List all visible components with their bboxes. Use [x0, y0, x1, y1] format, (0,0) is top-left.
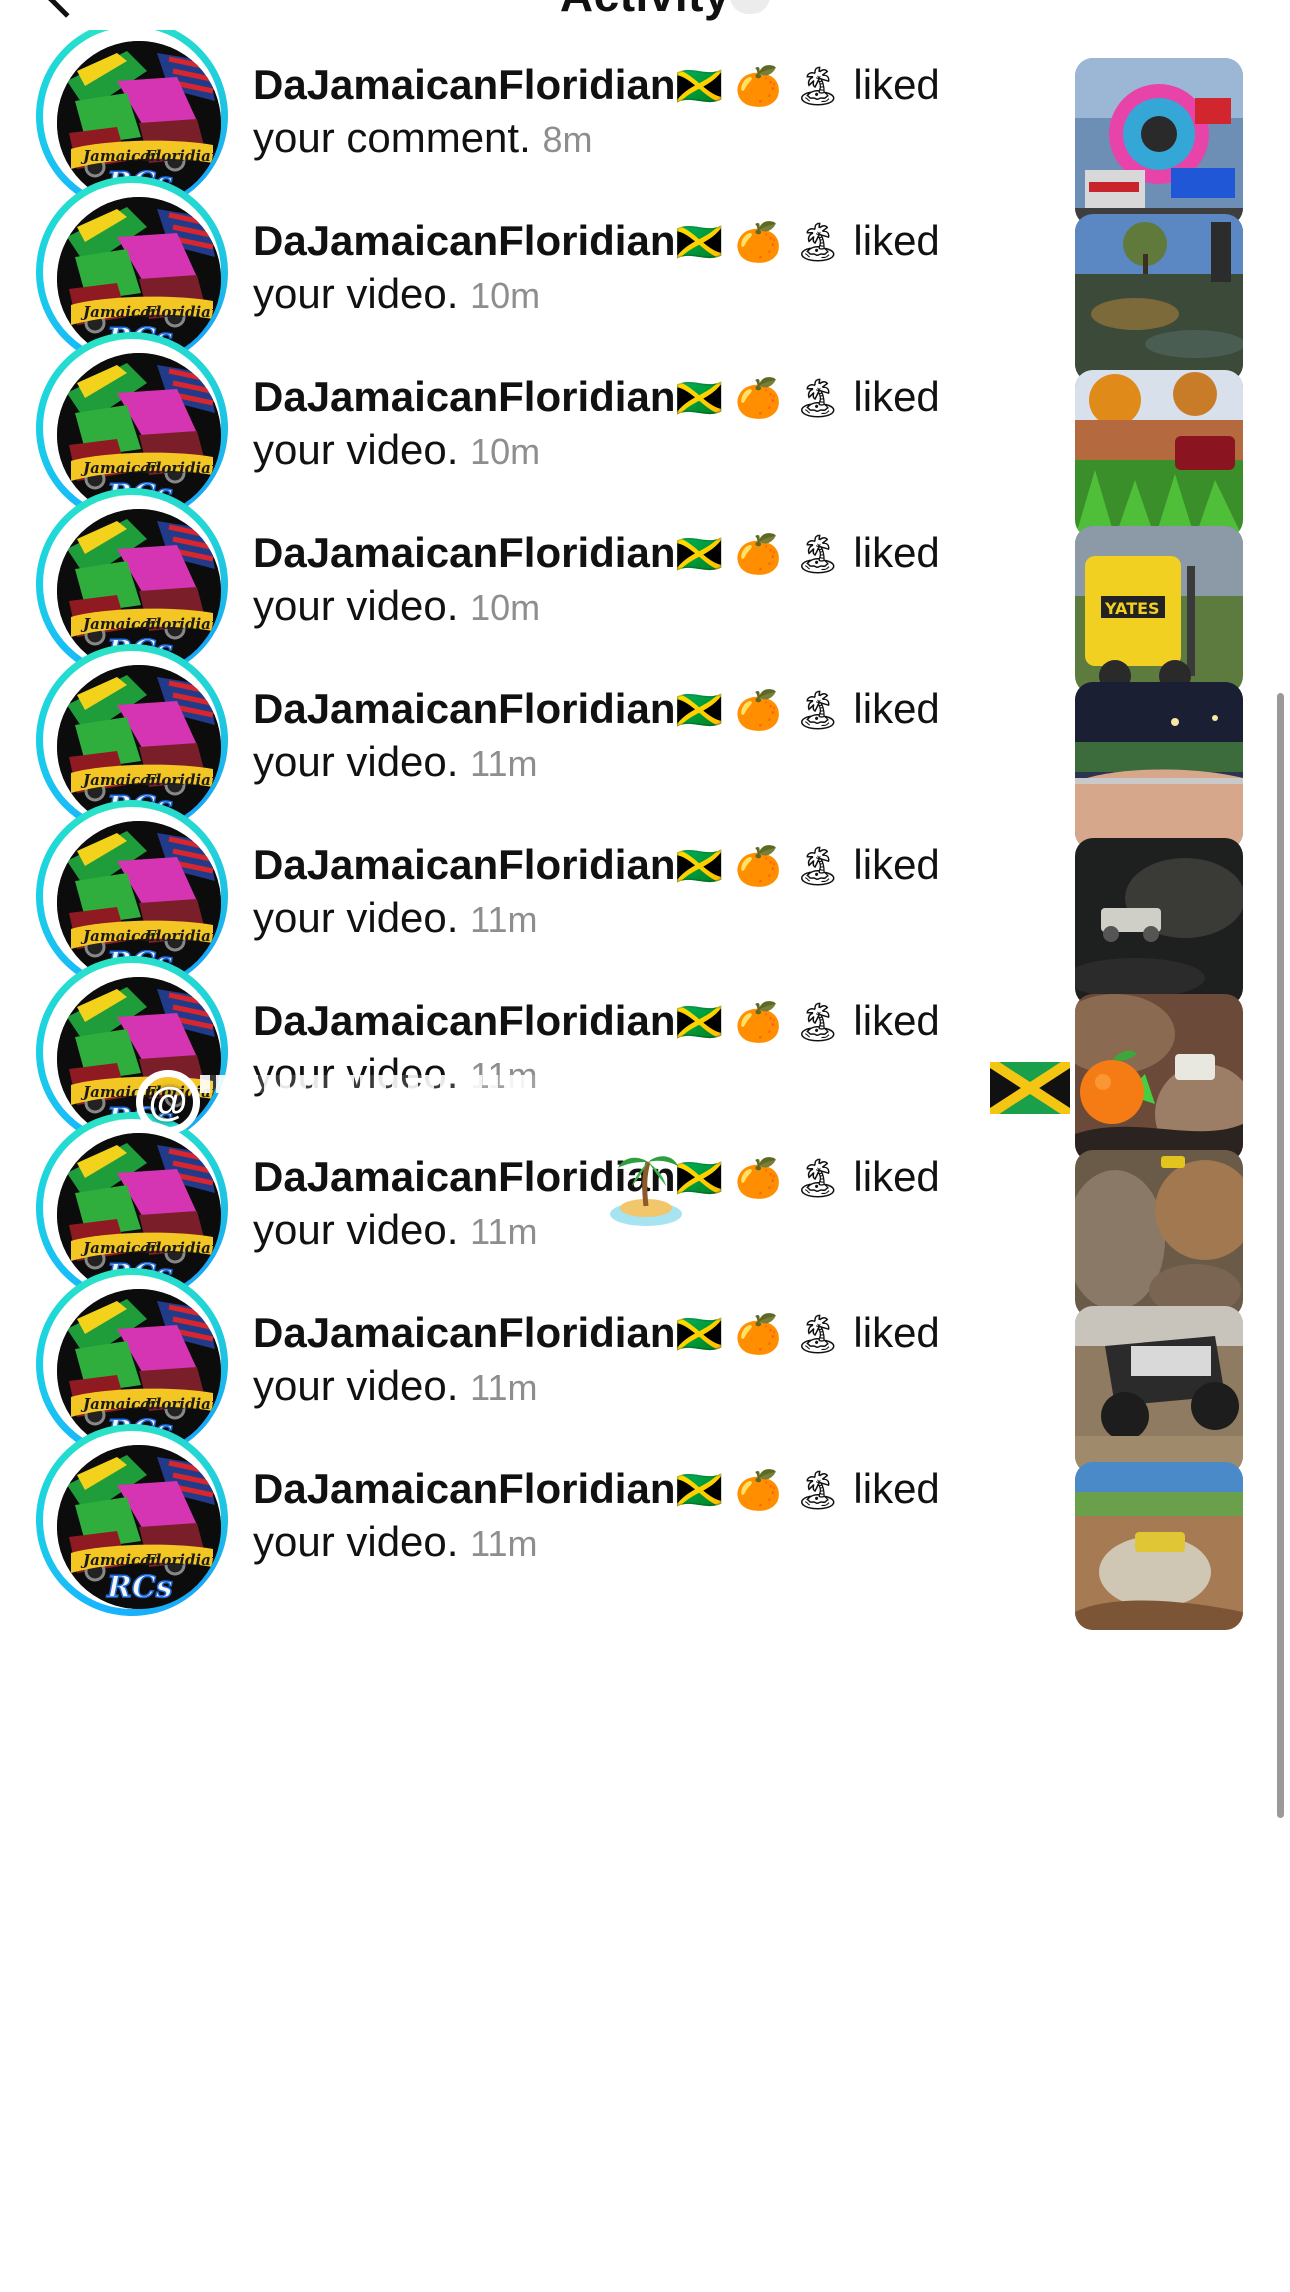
object-text: your video. [253, 738, 459, 785]
scrollbar[interactable] [1277, 693, 1284, 1818]
orange-icon: 🍊 [734, 532, 782, 576]
timestamp: 10m [470, 275, 541, 316]
timestamp: 8m [542, 119, 593, 160]
notification-text[interactable]: DaJamaicanFloridian🇯🇲 🍊 🏝 liked your vid… [253, 1307, 993, 1414]
orange-icon: 🍊 [734, 220, 782, 264]
notification-text[interactable]: DaJamaicanFloridian🇯🇲 🍊 🏝 liked your com… [253, 59, 993, 166]
orange-icon: 🍊 [734, 376, 782, 420]
timestamp: 11m [470, 1367, 538, 1408]
svg-text:RCs: RCs [106, 1570, 173, 1605]
svg-text:Floridian: Floridian [144, 1551, 221, 1569]
notification-text[interactable]: DaJamaicanFloridian🇯🇲 🍊 🏝 liked your vid… [253, 1463, 993, 1570]
username[interactable]: DaJamaicanFloridian [253, 373, 675, 420]
action-text: liked [853, 685, 940, 732]
jamaica-flag-icon: 🇯🇲 [675, 844, 723, 888]
story-ring[interactable]: Jamaican Floridian RCs [36, 1424, 228, 1616]
action-text: liked [853, 997, 940, 1044]
action-text: liked [853, 1465, 940, 1512]
notification-text[interactable]: DaJamaicanFloridian🇯🇲 🍊 🏝 liked your vid… [253, 683, 993, 790]
action-text: liked [853, 61, 940, 108]
object-text: your video. [253, 1206, 459, 1253]
jamaica-flag-icon: 🇯🇲 [675, 1468, 723, 1512]
timestamp: 11m [470, 743, 538, 784]
island-icon: 🏝 [793, 844, 842, 888]
notification-row[interactable]: Jamaican Floridian RCs DaJamaicanFloridi… [0, 1408, 1290, 1636]
island-icon: 🏝 [793, 688, 842, 732]
orange-icon: 🍊 [734, 844, 782, 888]
jamaica-flag-icon: 🇯🇲 [675, 1312, 723, 1356]
username[interactable]: DaJamaicanFloridian [253, 1309, 675, 1356]
island-icon [608, 1148, 684, 1228]
username[interactable]: DaJamaicanFloridian [253, 217, 675, 264]
jamaica-flag-icon: 🇯🇲 [675, 376, 723, 420]
username[interactable]: DaJamaicanFloridian [253, 685, 675, 732]
island-icon: 🏝 [793, 376, 842, 420]
orange-icon: 🍊 [734, 1156, 782, 1200]
orange-icon: 🍊 [734, 1312, 782, 1356]
action-text: liked [853, 1309, 940, 1356]
timestamp: 11m [470, 1211, 538, 1252]
username[interactable]: DaJamaicanFloridian [253, 529, 675, 576]
timestamp: 11m [470, 1523, 538, 1564]
orange-icon: 🍊 [734, 64, 782, 108]
username[interactable]: DaJamaicanFloridian [253, 997, 675, 1044]
island-icon: 🏝 [793, 1468, 842, 1512]
notification-text[interactable]: DaJamaicanFloridian🇯🇲 🍊 🏝 liked your vid… [253, 371, 993, 478]
object-text: your video. [253, 1518, 459, 1565]
header: Activity [0, 0, 1290, 30]
jamaica-flag-icon [987, 1057, 1073, 1119]
timestamp: 10m [470, 431, 541, 472]
username[interactable]: DaJamaicanFloridian [253, 61, 675, 108]
object-text: your video. [253, 894, 459, 941]
username[interactable]: DaJamaicanFloridian [253, 841, 675, 888]
action-text: liked [853, 373, 940, 420]
timestamp: 11m [470, 899, 538, 940]
notification-text[interactable]: DaJamaicanFloridian🇯🇲 🍊 🏝 liked your vid… [253, 839, 993, 946]
island-icon: 🏝 [793, 1156, 842, 1200]
post-thumbnail[interactable] [1075, 1462, 1243, 1630]
sticker-trail [200, 1075, 540, 1093]
jamaica-flag-icon: 🇯🇲 [675, 64, 723, 108]
avatar[interactable]: Jamaican Floridian RCs [57, 1445, 221, 1609]
island-icon: 🏝 [793, 532, 842, 576]
action-text: liked [853, 529, 940, 576]
object-text: your video. [253, 1362, 459, 1409]
object-text: your video. [253, 582, 459, 629]
island-icon: 🏝 [793, 64, 842, 108]
orange-icon: 🍊 [734, 688, 782, 732]
notification-text[interactable]: DaJamaicanFloridian🇯🇲 🍊 🏝 liked your vid… [253, 215, 993, 322]
island-icon: 🏝 [793, 1312, 842, 1356]
object-text: your comment. [253, 114, 531, 161]
action-text: liked [853, 1153, 940, 1200]
orange-icon [1075, 1046, 1149, 1126]
object-text: your video. [253, 270, 459, 317]
jamaica-flag-icon: 🇯🇲 [675, 532, 723, 576]
page-title: Activity [0, 0, 1290, 22]
jamaica-flag-icon: 🇯🇲 [675, 220, 723, 264]
svg-text:YATES: YATES [1104, 599, 1160, 618]
island-icon: 🏝 [793, 1000, 842, 1044]
username[interactable]: DaJamaicanFloridian [253, 1465, 675, 1512]
object-text: your video. [253, 426, 459, 473]
island-icon: 🏝 [793, 220, 842, 264]
action-text: liked [853, 217, 940, 264]
jamaica-flag-icon: 🇯🇲 [675, 1000, 723, 1044]
orange-icon: 🍊 [734, 1000, 782, 1044]
jamaica-flag-icon: 🇯🇲 [675, 688, 723, 732]
orange-icon: 🍊 [734, 1468, 782, 1512]
action-text: liked [853, 841, 940, 888]
at-sticker: @ [136, 1070, 200, 1134]
timestamp: 10m [470, 587, 541, 628]
notification-text[interactable]: DaJamaicanFloridian🇯🇲 🍊 🏝 liked your vid… [253, 527, 993, 634]
